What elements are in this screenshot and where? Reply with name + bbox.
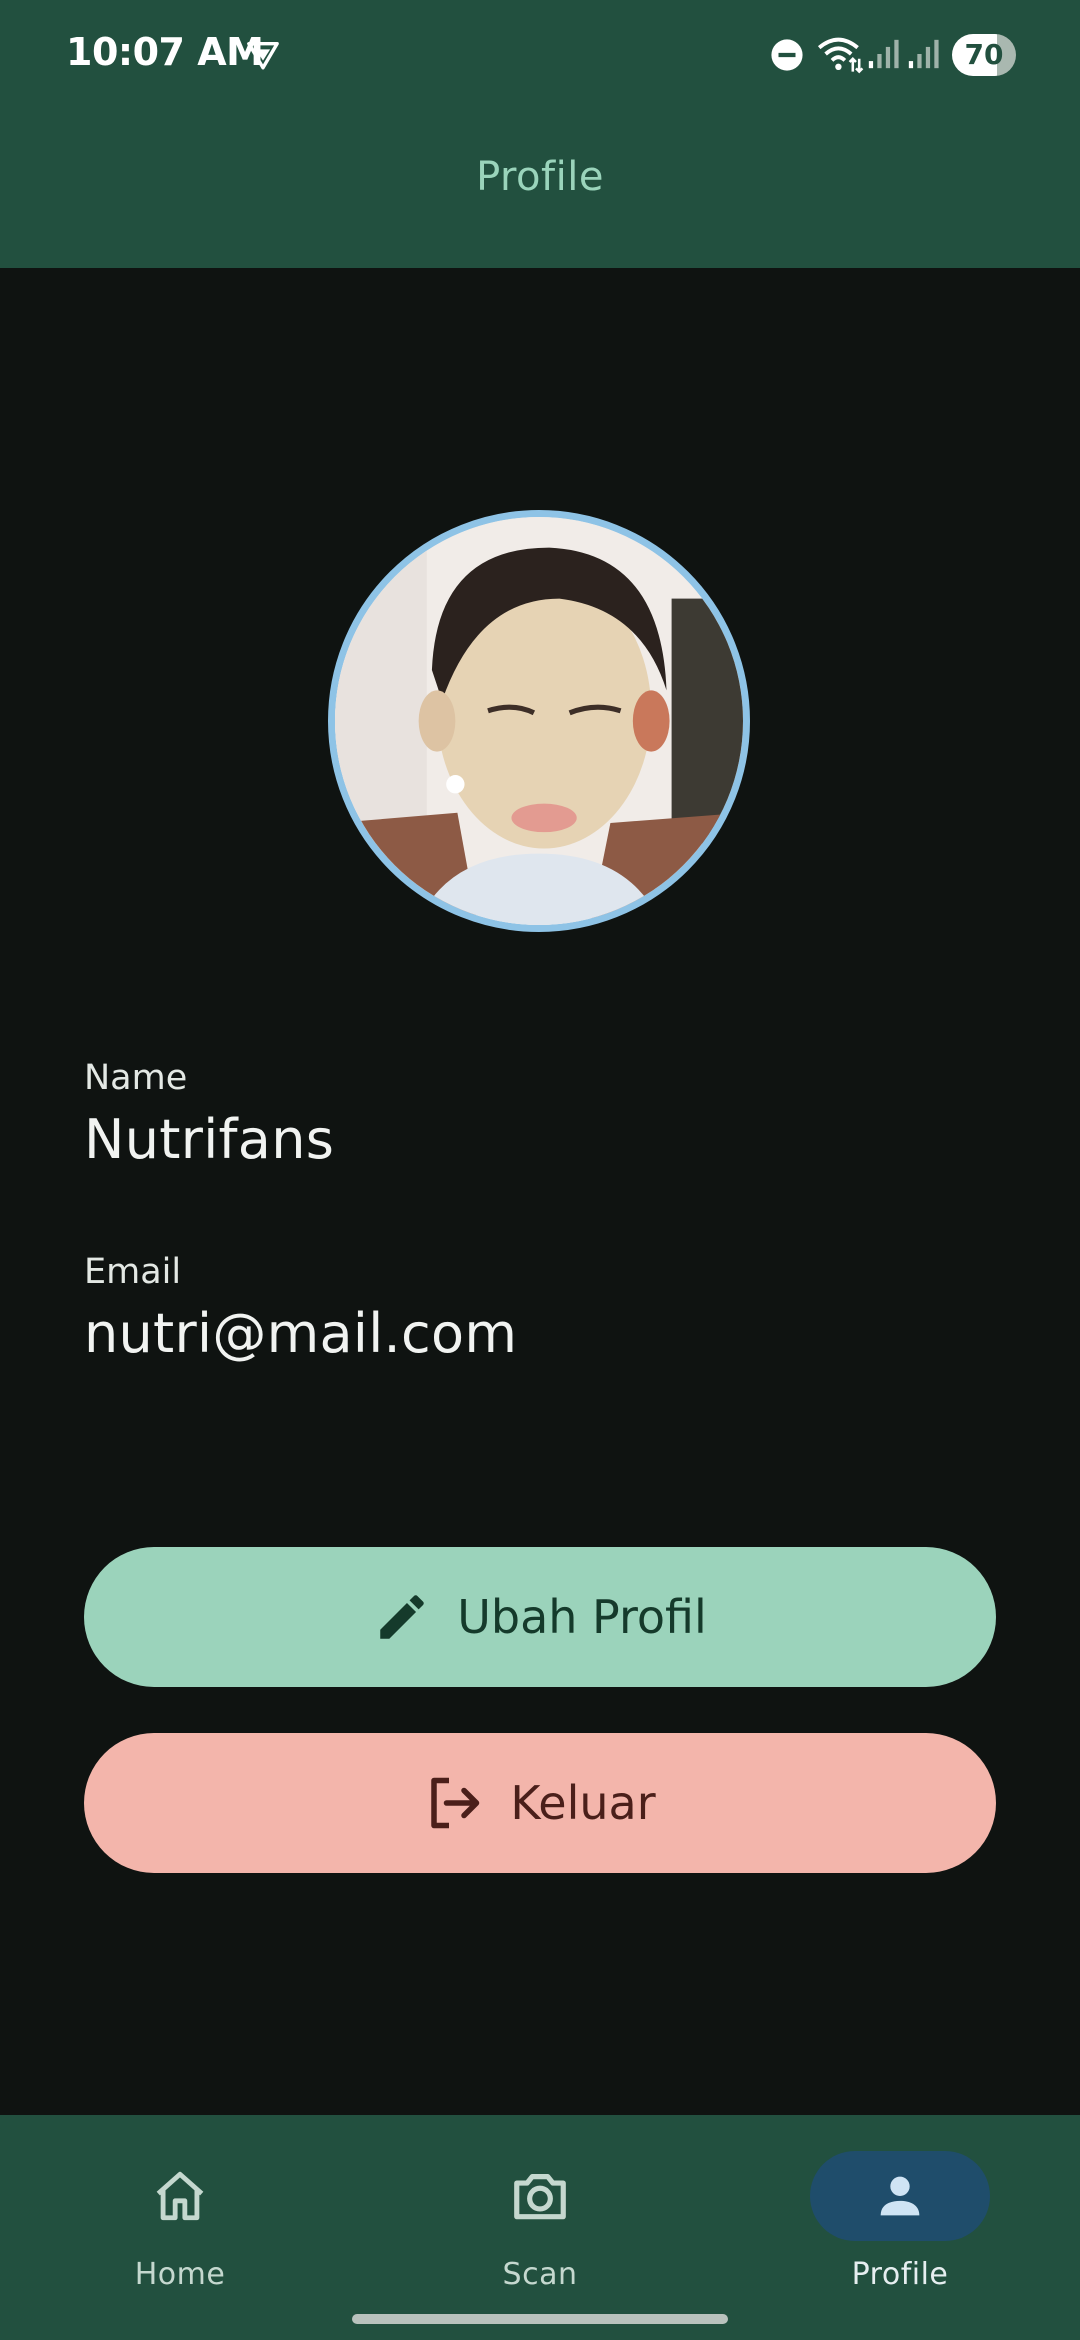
person-icon [880,2176,920,2216]
camera-icon [514,2174,566,2220]
battery-indicator: 70 [952,34,1016,76]
email-label: Email [84,1252,182,1292]
name-value: Nutrifans [84,1108,335,1171]
nav-label-scan: Scan [502,2257,578,2292]
gesture-handle[interactable] [352,2314,728,2324]
logout-button[interactable]: Keluar [84,1733,996,1873]
page-title: Profile [476,154,604,200]
nav-active-indicator [810,2151,990,2241]
pencil-icon [380,1595,424,1639]
signal-icon [908,39,939,69]
nav-item-home[interactable]: Home [0,2115,360,2340]
signal-icon [868,39,899,69]
profile-avatar[interactable] [328,510,750,932]
logout-icon [431,1777,480,1829]
bottom-navigation: Home Scan Profile [0,2115,1080,2340]
status-time: 10:07 AM [66,30,264,74]
email-value: nutri@mail.com [84,1302,518,1365]
logout-label: Keluar [510,1776,656,1830]
do-not-disturb-icon [771,39,803,71]
avatar-photo [335,517,743,925]
home-icon [156,2171,204,2221]
wifi-icon [817,37,864,74]
vpn-icon [247,41,279,70]
nav-icon-container [90,2151,270,2241]
app-bar: Profile [0,110,1080,268]
edit-profile-label: Ubah Profil [457,1590,707,1644]
nav-item-profile[interactable]: Profile [720,2115,1080,2340]
status-bar: 10:07 AM 70 [0,0,1080,110]
nav-icon-container [450,2151,630,2241]
name-label: Name [84,1058,188,1098]
edit-profile-button[interactable]: Ubah Profil [84,1547,996,1687]
nav-label-home: Home [134,2257,226,2292]
nav-label-profile: Profile [851,2257,949,2292]
nav-item-scan[interactable]: Scan [360,2115,720,2340]
